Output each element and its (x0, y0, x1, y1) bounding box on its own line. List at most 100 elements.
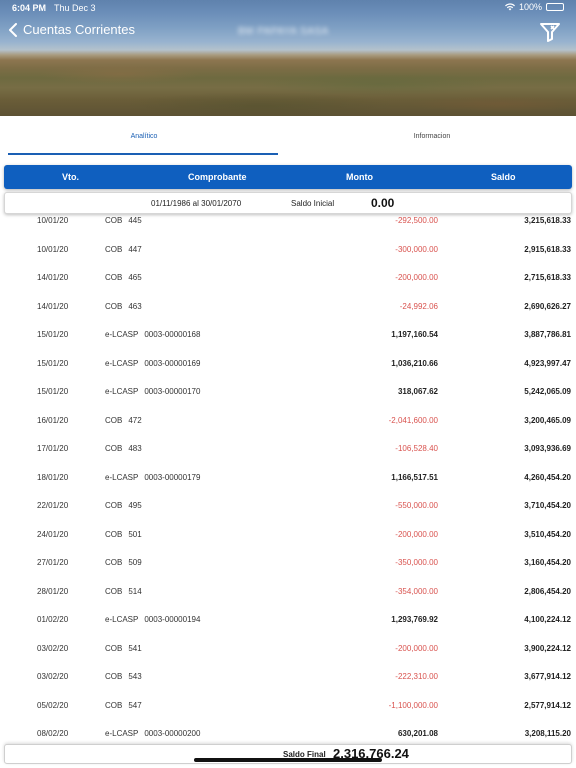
tab-informacion[interactable]: Informacion (288, 116, 576, 156)
row-balance: 2,915,618.33 (524, 244, 571, 254)
row-comprobante-type: e-LCASP (105, 472, 139, 482)
row-comprobante-type: COB (105, 529, 123, 539)
row-amount: 1,166,517.51 (391, 472, 438, 482)
table-row[interactable]: 03/02/20 COB 541 -200,000.00 3,900,224.12 (0, 634, 576, 662)
table-row[interactable]: 22/01/20 COB 495 -550,000.00 3,710,454.20 (0, 491, 576, 519)
column-header-monto: Monto (346, 172, 373, 182)
row-balance: 2,715,618.33 (524, 273, 571, 282)
row-balance: 3,215,618.33 (524, 216, 571, 225)
back-label: Cuentas Corrientes (23, 22, 135, 37)
row-comprobante-type: e-LCASP (105, 615, 139, 624)
row-amount: -300,000.00 (395, 244, 438, 254)
row-comprobante-number: 0003-00000169 (144, 358, 201, 368)
back-button[interactable]: Cuentas Corrientes (8, 22, 135, 37)
status-date: Thu Dec 3 (54, 3, 96, 13)
table-row[interactable]: 18/01/20 e-LCASP 0003-00000179 1,166,517.51… (0, 463, 576, 491)
table-row[interactable]: 14/01/20 COB 463 -24,992.06 2,690,626.27 (0, 292, 576, 320)
row-amount: -200,000.00 (395, 643, 438, 653)
row-comprobante-type: COB (105, 672, 123, 681)
row-amount: -550,000.00 (395, 501, 438, 510)
row-comprobante: COB 463 (105, 302, 142, 311)
table-row[interactable]: 10/01/20 COB 447 -300,000.00 2,915,618.33 (0, 235, 576, 263)
row-comprobante-number: 501 (128, 529, 142, 539)
row-date: 15/01/20 (37, 330, 69, 339)
navigation-bar: Cuentas Corrientes BM PAPAYA SASA (0, 18, 576, 48)
row-date: 27/01/20 (37, 558, 69, 567)
row-comprobante-type: COB (105, 273, 123, 282)
row-date: 18/01/20 (37, 472, 69, 482)
row-amount: 1,293,769.92 (391, 615, 438, 624)
table-row[interactable]: 16/01/20 COB 472 -2,041,600.00 3,200,465.09 (0, 406, 576, 434)
row-amount: -222,310.00 (395, 672, 438, 681)
row-comprobante: COB 465 (105, 273, 142, 282)
row-date: 10/01/20 (37, 216, 69, 225)
row-comprobante-type: e-LCASP (105, 330, 139, 339)
row-date: 15/01/20 (37, 358, 69, 368)
row-comprobante-number: 472 (128, 415, 142, 425)
row-comprobante: COB 543 (105, 672, 142, 681)
row-amount: 318,067.62 (397, 387, 438, 396)
row-date: 14/01/20 (37, 301, 69, 311)
row-date: 22/01/20 (37, 501, 69, 510)
tab-bar: Analítico Informacion (0, 116, 576, 156)
home-indicator (194, 758, 382, 762)
row-date: 03/02/20 (37, 643, 69, 653)
row-comprobante-number: 447 (128, 244, 142, 254)
table-row[interactable]: 15/01/20 e-LCASP 0003-00000168 1,197,160.54… (0, 320, 576, 348)
row-amount: -292,500.00 (395, 216, 438, 225)
row-date: 16/01/20 (37, 415, 69, 425)
column-header-vto: Vto. (62, 172, 79, 182)
row-comprobante-number: 0003-00000179 (144, 472, 201, 482)
row-comprobante: COB 445 (105, 216, 142, 225)
row-balance: 4,100,224.12 (524, 615, 571, 624)
row-balance: 3,208,115.20 (524, 729, 571, 738)
row-comprobante: COB 447 (105, 245, 142, 254)
wifi-icon (504, 3, 515, 11)
row-balance: 3,093,936.69 (524, 444, 571, 453)
row-comprobante-type: COB (105, 444, 123, 453)
row-comprobante-type: COB (105, 301, 123, 311)
row-balance: 5,242,065.09 (524, 387, 571, 396)
row-balance: 3,710,454.20 (524, 501, 571, 510)
table-row[interactable]: 27/01/20 COB 509 -350,000.00 3,160,454.20 (0, 548, 576, 576)
table-row[interactable]: 03/02/20 COB 543 -222,310.00 3,677,914.12 (0, 662, 576, 690)
table-row[interactable]: 01/02/20 e-LCASP 0003-00000194 1,293,769.92… (0, 605, 576, 633)
row-balance: 4,923,997.47 (524, 358, 571, 368)
row-comprobante: e-LCASP 0003-00000169 (105, 359, 200, 368)
row-comprobante: e-LCASP 0003-00000200 (105, 729, 200, 738)
row-comprobante-type: COB (105, 501, 123, 510)
row-balance: 3,677,914.12 (524, 672, 571, 681)
row-amount: -2,041,600.00 (388, 415, 438, 425)
row-comprobante-number: 495 (128, 501, 142, 510)
row-comprobante: COB 547 (105, 701, 142, 710)
table-row[interactable]: 15/01/20 e-LCASP 0003-00000169 1,036,210.66… (0, 349, 576, 377)
date-range: 01/11/1986 al 30/01/2070 (151, 199, 242, 208)
row-comprobante-type: e-LCASP (105, 387, 139, 396)
row-date: 15/01/20 (37, 387, 69, 396)
row-date: 08/02/20 (37, 729, 69, 738)
row-comprobante-number: 0003-00000170 (144, 387, 201, 396)
tab-analitico[interactable]: Analítico (0, 116, 288, 156)
row-date: 10/01/20 (37, 244, 69, 254)
row-date: 05/02/20 (37, 700, 69, 710)
row-comprobante-type: COB (105, 643, 123, 653)
row-comprobante: COB 483 (105, 444, 142, 453)
row-balance: 2,577,914.12 (524, 700, 571, 710)
table-row[interactable]: 05/02/20 COB 547 -1,100,000.00 2,577,914.12 (0, 691, 576, 719)
row-date: 17/01/20 (37, 444, 69, 453)
row-balance: 3,200,465.09 (524, 415, 571, 425)
row-comprobante-number: 465 (128, 273, 142, 282)
client-name: BM PAPAYA SASA (238, 26, 329, 37)
table-row[interactable]: 14/01/20 COB 465 -200,000.00 2,715,618.33 (0, 263, 576, 291)
table-row[interactable]: 28/01/20 COB 514 -354,000.00 2,806,454.20 (0, 577, 576, 605)
row-amount: -200,000.00 (395, 529, 438, 539)
row-comprobante-type: COB (105, 558, 123, 567)
row-comprobante-number: 445 (128, 216, 142, 225)
movements-list[interactable]: 10/01/20 COB 445 -292,500.00 3,215,618.33 10/… (0, 206, 576, 744)
table-row[interactable]: 24/01/20 COB 501 -200,000.00 3,510,454.20 (0, 520, 576, 548)
filter-icon[interactable] (538, 20, 562, 44)
table-row[interactable]: 15/01/20 e-LCASP 0003-00000170 318,067.62 5,… (0, 377, 576, 405)
table-row[interactable]: 17/01/20 COB 483 -106,528.40 3,093,936.69 (0, 434, 576, 462)
table-row[interactable]: 08/02/20 e-LCASP 0003-00000200 630,201.08 3,… (0, 719, 576, 744)
row-amount: -354,000.00 (395, 586, 438, 596)
